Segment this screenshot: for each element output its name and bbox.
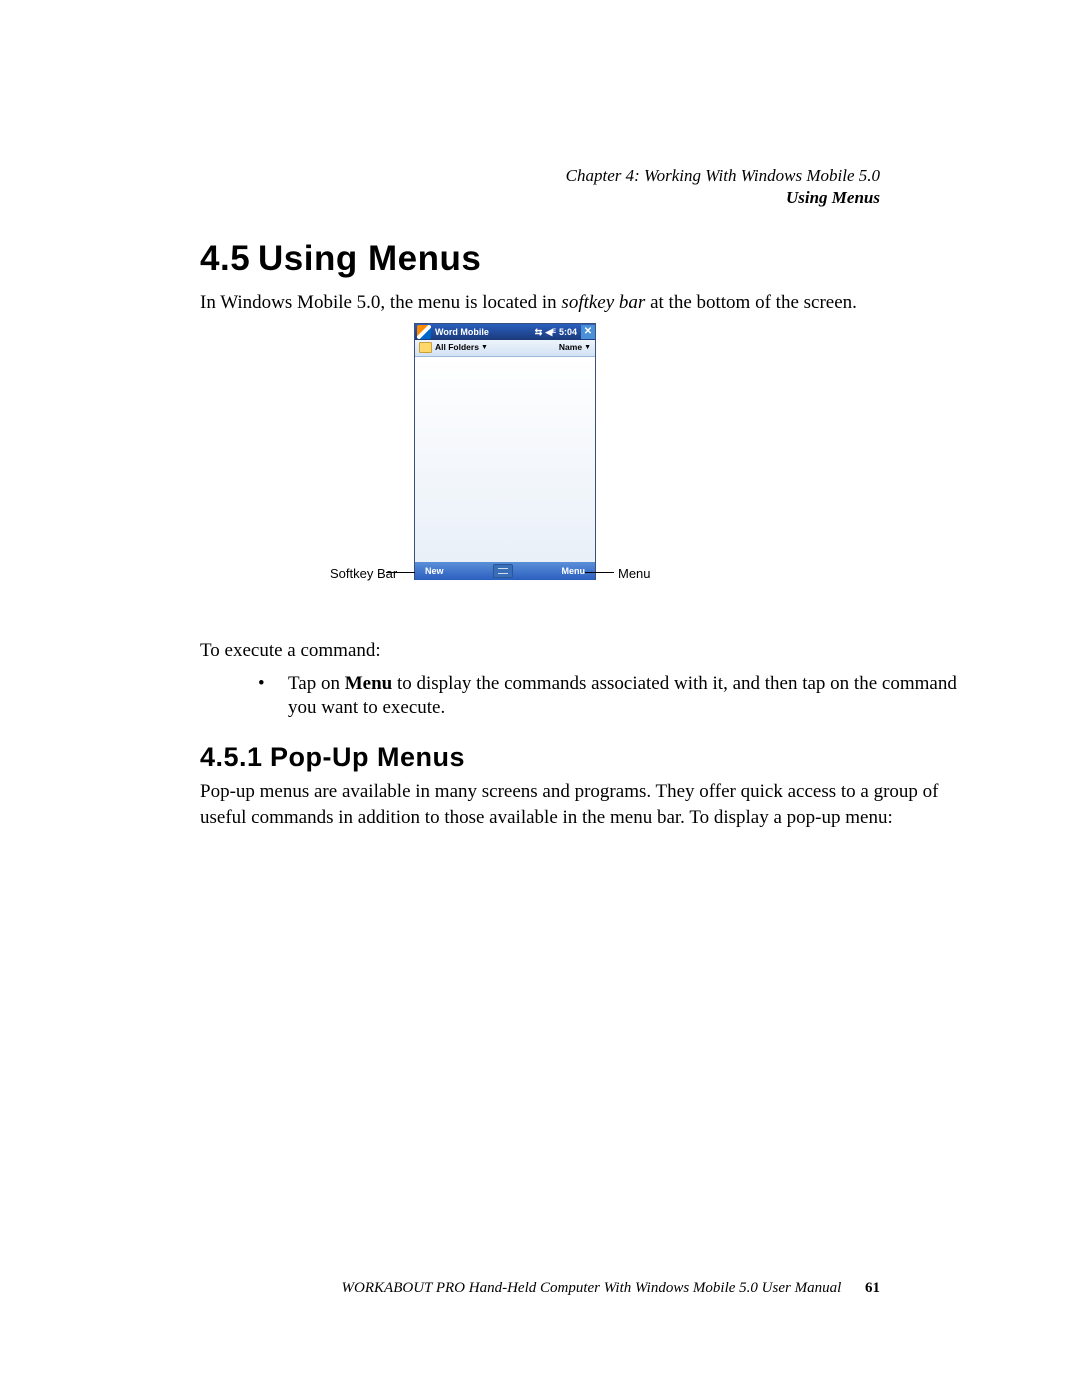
- page-content: 4.5Using Menus In Windows Mobile 5.0, th…: [200, 235, 960, 831]
- intro-paragraph: In Windows Mobile 5.0, the menu is locat…: [200, 290, 960, 316]
- execute-intro: To execute a command:: [200, 638, 960, 664]
- wm-toolbar: All Folders ▼ Name ▼: [415, 340, 595, 357]
- callout-softkey-bar-label: Softkey Bar: [330, 565, 397, 583]
- keyboard-icon: [493, 564, 513, 578]
- page-footer: WORKABOUT PRO Hand-Held Computer With Wi…: [0, 1280, 880, 1297]
- heading-4-5: 4.5Using Menus: [200, 235, 960, 282]
- speaker-icon: ◀ᴱ: [545, 326, 556, 338]
- heading-number: 4.5: [200, 235, 258, 282]
- bullet-text: Tap on Menu to display the commands asso…: [288, 672, 960, 721]
- bullet-list: • Tap on Menu to display the commands as…: [200, 672, 960, 721]
- page-number: 61: [865, 1280, 880, 1296]
- start-flag-icon: [417, 325, 431, 339]
- subheading-number: 4.5.1: [200, 739, 270, 775]
- chevron-down-icon: ▼: [584, 343, 591, 352]
- softkey-menu: Menu: [561, 565, 585, 577]
- close-icon: ✕: [581, 325, 595, 339]
- wm-softkey-bar: New Menu: [415, 562, 595, 580]
- subheading-title: Pop-Up Menus: [270, 742, 465, 772]
- wm-folder-dropdown: All Folders ▼: [419, 342, 488, 353]
- wm-app-title: Word Mobile: [435, 326, 535, 338]
- heading-4-5-1: 4.5.1Pop-Up Menus: [200, 739, 960, 775]
- wm-time: 5:04: [559, 326, 577, 338]
- wm-sort-dropdown: Name ▼: [559, 342, 591, 353]
- callout-line-left: [386, 572, 415, 573]
- connectivity-icon: ⇆: [535, 326, 543, 338]
- section-line: Using Menus: [566, 187, 880, 209]
- running-header: Chapter 4: Working With Windows Mobile 5…: [566, 165, 880, 209]
- figure-word-mobile: Word Mobile ⇆ ◀ᴱ 5:04 ✕ All Folders ▼: [200, 324, 960, 624]
- chevron-down-icon: ▼: [481, 343, 488, 352]
- wm-file-list-area: [415, 357, 595, 562]
- softkey-new: New: [425, 565, 444, 577]
- bullet-marker: •: [258, 672, 288, 721]
- manual-page: Chapter 4: Working With Windows Mobile 5…: [0, 0, 1080, 1397]
- folder-icon: [419, 342, 432, 353]
- footer-text: WORKABOUT PRO Hand-Held Computer With Wi…: [342, 1280, 842, 1296]
- heading-title: Using Menus: [258, 239, 481, 278]
- windows-mobile-screenshot: Word Mobile ⇆ ◀ᴱ 5:04 ✕ All Folders ▼: [415, 324, 595, 579]
- bullet-item: • Tap on Menu to display the commands as…: [258, 672, 960, 721]
- chapter-line: Chapter 4: Working With Windows Mobile 5…: [566, 165, 880, 187]
- wm-titlebar: Word Mobile ⇆ ◀ᴱ 5:04 ✕: [415, 324, 595, 340]
- callout-line-right: [585, 572, 614, 573]
- wm-status-area: ⇆ ◀ᴱ 5:04: [535, 326, 579, 338]
- popup-menus-paragraph: Pop-up menus are available in many scree…: [200, 779, 960, 830]
- callout-menu-label: Menu: [618, 565, 651, 583]
